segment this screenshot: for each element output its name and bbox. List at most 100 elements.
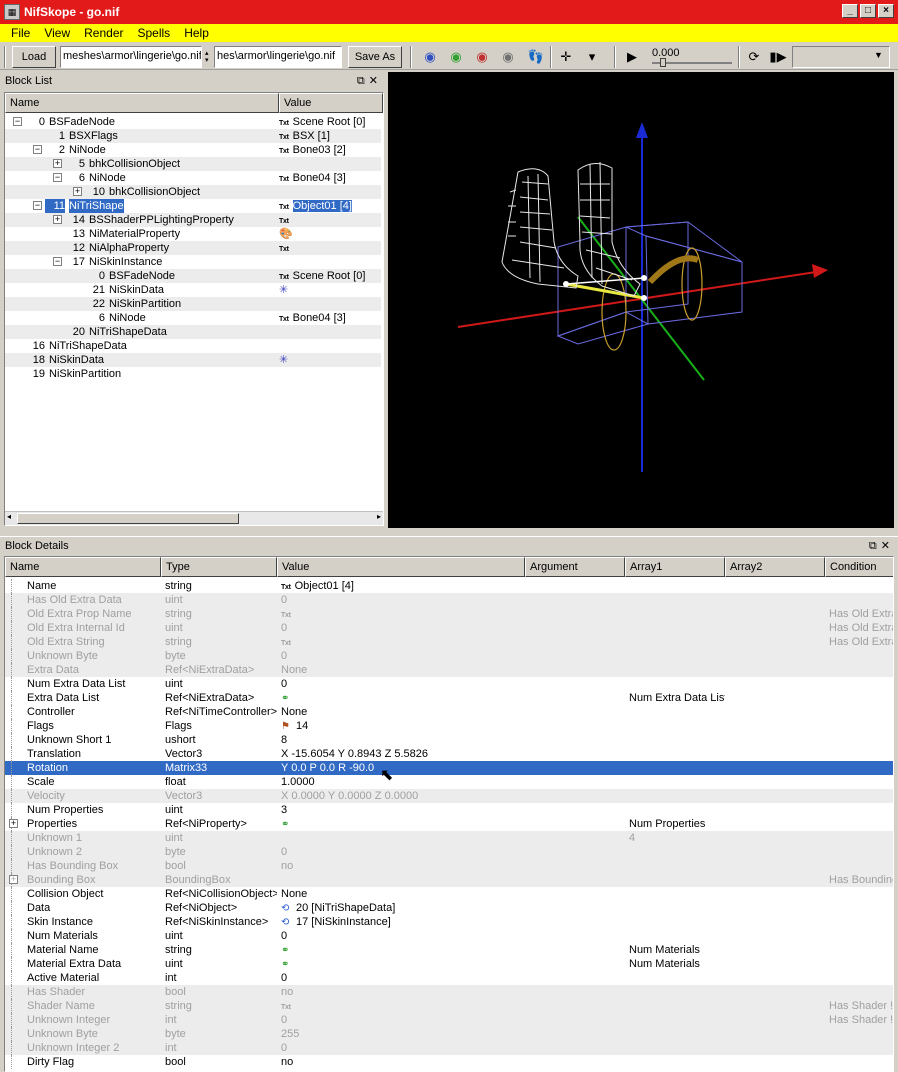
field-value[interactable]: no <box>281 859 525 873</box>
field-value[interactable]: no <box>281 985 525 999</box>
save-as-button[interactable]: Save As <box>348 46 402 68</box>
detail-row[interactable]: Name string Txt Object01 [4] <box>5 579 893 593</box>
field-value[interactable]: 1.0000 <box>281 775 525 789</box>
field-value[interactable]: 0 <box>281 1041 525 1055</box>
detail-row[interactable]: Has Shader bool no <box>5 985 893 999</box>
title-bar[interactable]: ▦ NifSkope - go.nif _ □ × <box>0 0 898 24</box>
tree-row[interactable]: − 0 BSFadeNode Txt Scene Root [0] <box>5 115 381 129</box>
tree-row[interactable]: +10 bhkCollisionObject <box>5 185 381 199</box>
column-header-condition[interactable]: Condition <box>825 557 893 577</box>
column-header-array2[interactable]: Array2 <box>725 557 825 577</box>
field-value[interactable]: 0 <box>281 929 525 943</box>
column-header-value[interactable]: Value <box>279 93 383 113</box>
field-value[interactable]: 0 <box>281 621 525 635</box>
save-path-input[interactable]: hes\armor\lingerie\go.nif <box>214 46 342 68</box>
play-icon[interactable]: ▶ <box>622 48 642 66</box>
menu-render[interactable]: Render <box>77 26 130 40</box>
tree-row[interactable]: − 17 NiSkinInstance <box>5 255 381 269</box>
field-value[interactable]: 0 <box>281 677 525 691</box>
tree-row[interactable]: +5 bhkCollisionObject <box>5 157 381 171</box>
field-value[interactable]: 0 <box>281 649 525 663</box>
field-value[interactable]: ⚑ 14 <box>281 719 525 734</box>
tree-row[interactable]: 21 NiSkinData ✳ <box>5 283 381 297</box>
render-viewport[interactable] <box>388 72 894 528</box>
menu-spells[interactable]: Spells <box>131 26 178 40</box>
view-top-icon[interactable]: ◉ <box>472 48 492 66</box>
tree-row[interactable]: 1 BSXFlags Txt BSX [1] <box>5 129 381 143</box>
loop-icon[interactable]: ⟳ <box>744 48 764 66</box>
menu-file[interactable]: File <box>4 26 37 40</box>
detail-row[interactable]: Extra Data List Ref<NiExtraData> ⚭ Num Extr… <box>5 691 893 705</box>
load-button[interactable]: Load <box>12 46 56 68</box>
detail-row[interactable]: Has Bounding Box bool no <box>5 859 893 873</box>
detail-row[interactable]: Unknown Integer 2 int 0 <box>5 1041 893 1055</box>
column-header-type[interactable]: Type <box>161 557 277 577</box>
tree-row[interactable]: 22 NiSkinPartition <box>5 297 381 311</box>
field-value[interactable]: None <box>281 705 525 719</box>
detail-row[interactable]: Unknown Integer int 0 Has Shader ! <box>5 1013 893 1027</box>
field-value[interactable]: ⚭ <box>281 817 525 832</box>
view-front-icon[interactable]: ◉ <box>420 48 440 66</box>
tree-row[interactable]: 20 NiTriShapeData <box>5 325 381 339</box>
detail-row[interactable]: Unknown Byte byte 0 <box>5 649 893 663</box>
expand-toggle-icon[interactable]: + <box>53 215 62 224</box>
detail-row[interactable]: Old Extra Internal Id uint 0 Has Old Extra <box>5 621 893 635</box>
expand-toggle-icon[interactable]: − <box>33 145 42 154</box>
detail-row[interactable]: Material Name string ⚭ Num Materials <box>5 943 893 957</box>
field-value[interactable]: 3 <box>281 803 525 817</box>
scrollbar-thumb[interactable] <box>17 513 239 524</box>
scroll-left-icon[interactable]: ◂ <box>7 512 11 521</box>
field-value[interactable]: None <box>281 887 525 901</box>
horizontal-scrollbar[interactable]: ◂ ▸ <box>5 511 383 525</box>
detail-row[interactable]: + Bounding Box BoundingBox Has Bounding <box>5 873 893 887</box>
detail-row[interactable]: Active Material int 0 <box>5 971 893 985</box>
field-value[interactable]: X 0.0000 Y 0.0000 Z 0.0000 <box>281 789 525 803</box>
toolbar-grip[interactable] <box>4 46 6 68</box>
detail-row[interactable]: Num Materials uint 0 <box>5 929 893 943</box>
field-value[interactable]: None <box>281 663 525 677</box>
expand-toggle-icon[interactable]: + <box>53 159 62 168</box>
chevron-down-icon[interactable]: ▼ <box>874 50 883 60</box>
field-value[interactable]: ⚭ <box>281 691 525 706</box>
field-value[interactable]: 0 <box>281 593 525 607</box>
detail-row[interactable]: Data Ref<NiObject> ⟲ 20 [NiTriShapeData] <box>5 901 893 915</box>
field-value[interactable]: 0 <box>281 845 525 859</box>
detail-row[interactable]: Flags Flags ⚑ 14 <box>5 719 893 733</box>
detail-row[interactable]: Unknown 1 uint 4 <box>5 831 893 845</box>
column-header-name[interactable]: Name <box>5 93 279 113</box>
dropdown-arrow-icon[interactable]: ▾ <box>582 48 602 66</box>
tree-row[interactable]: 0 BSFadeNode Txt Scene Root [0] <box>5 269 381 283</box>
time-slider-handle[interactable] <box>660 58 666 67</box>
detail-row[interactable]: + Properties Ref<NiProperty> ⚭ Num Propertie… <box>5 817 893 831</box>
field-value[interactable]: 255 <box>281 1027 525 1041</box>
tree-row[interactable]: −11 NiTriShape Txt Object01 [4] <box>5 199 381 213</box>
tree-row[interactable]: 19 NiSkinPartition <box>5 367 381 381</box>
minimize-button[interactable]: _ <box>842 4 858 18</box>
detail-row[interactable]: Unknown Short 1 ushort 8 <box>5 733 893 747</box>
expand-toggle-icon[interactable]: + <box>9 819 18 828</box>
view-user-icon[interactable]: ◉ <box>498 48 518 66</box>
field-value[interactable]: ⚭ <box>281 943 525 958</box>
view-side-icon[interactable]: ◉ <box>446 48 466 66</box>
column-header-value[interactable]: Value <box>277 557 525 577</box>
expand-toggle-icon[interactable]: − <box>53 173 62 182</box>
field-value[interactable]: ⟲ 17 [NiSkinInstance] <box>281 915 525 930</box>
detail-row[interactable]: Num Extra Data List uint 0 <box>5 677 893 691</box>
column-header-argument[interactable]: Argument <box>525 557 625 577</box>
detail-row[interactable]: Controller Ref<NiTimeController> None <box>5 705 893 719</box>
field-value[interactable]: ⚭ <box>281 957 525 972</box>
detail-row[interactable]: Extra Data Ref<NiExtraData> None <box>5 663 893 677</box>
detail-row[interactable]: Skin Instance Ref<NiSkinInstance> ⟲ 17 [NiS… <box>5 915 893 929</box>
detail-row[interactable]: Old Extra Prop Name string Txt Has Old Extr… <box>5 607 893 621</box>
expand-toggle-icon[interactable]: − <box>33 201 42 210</box>
block-list-tree[interactable]: Name Value −0 BSFadeNode Txt Scene Root [0]… <box>4 92 384 526</box>
maximize-button[interactable]: □ <box>860 4 876 18</box>
detail-row[interactable]: Velocity Vector3 X 0.0000 Y 0.0000 Z 0.000… <box>5 789 893 803</box>
detail-row[interactable]: Old Extra String string Txt Has Old Extra <box>5 635 893 649</box>
expand-toggle-icon[interactable]: + <box>9 875 18 884</box>
path-splitter-icon[interactable]: ▴ ▾ <box>205 50 213 64</box>
expand-toggle-icon[interactable]: + <box>73 187 82 196</box>
tree-row[interactable]: 18 NiSkinData ✳ <box>5 353 381 367</box>
field-value[interactable]: 0 <box>281 1013 525 1027</box>
skeleton-icon[interactable]: ✛ <box>556 48 576 66</box>
